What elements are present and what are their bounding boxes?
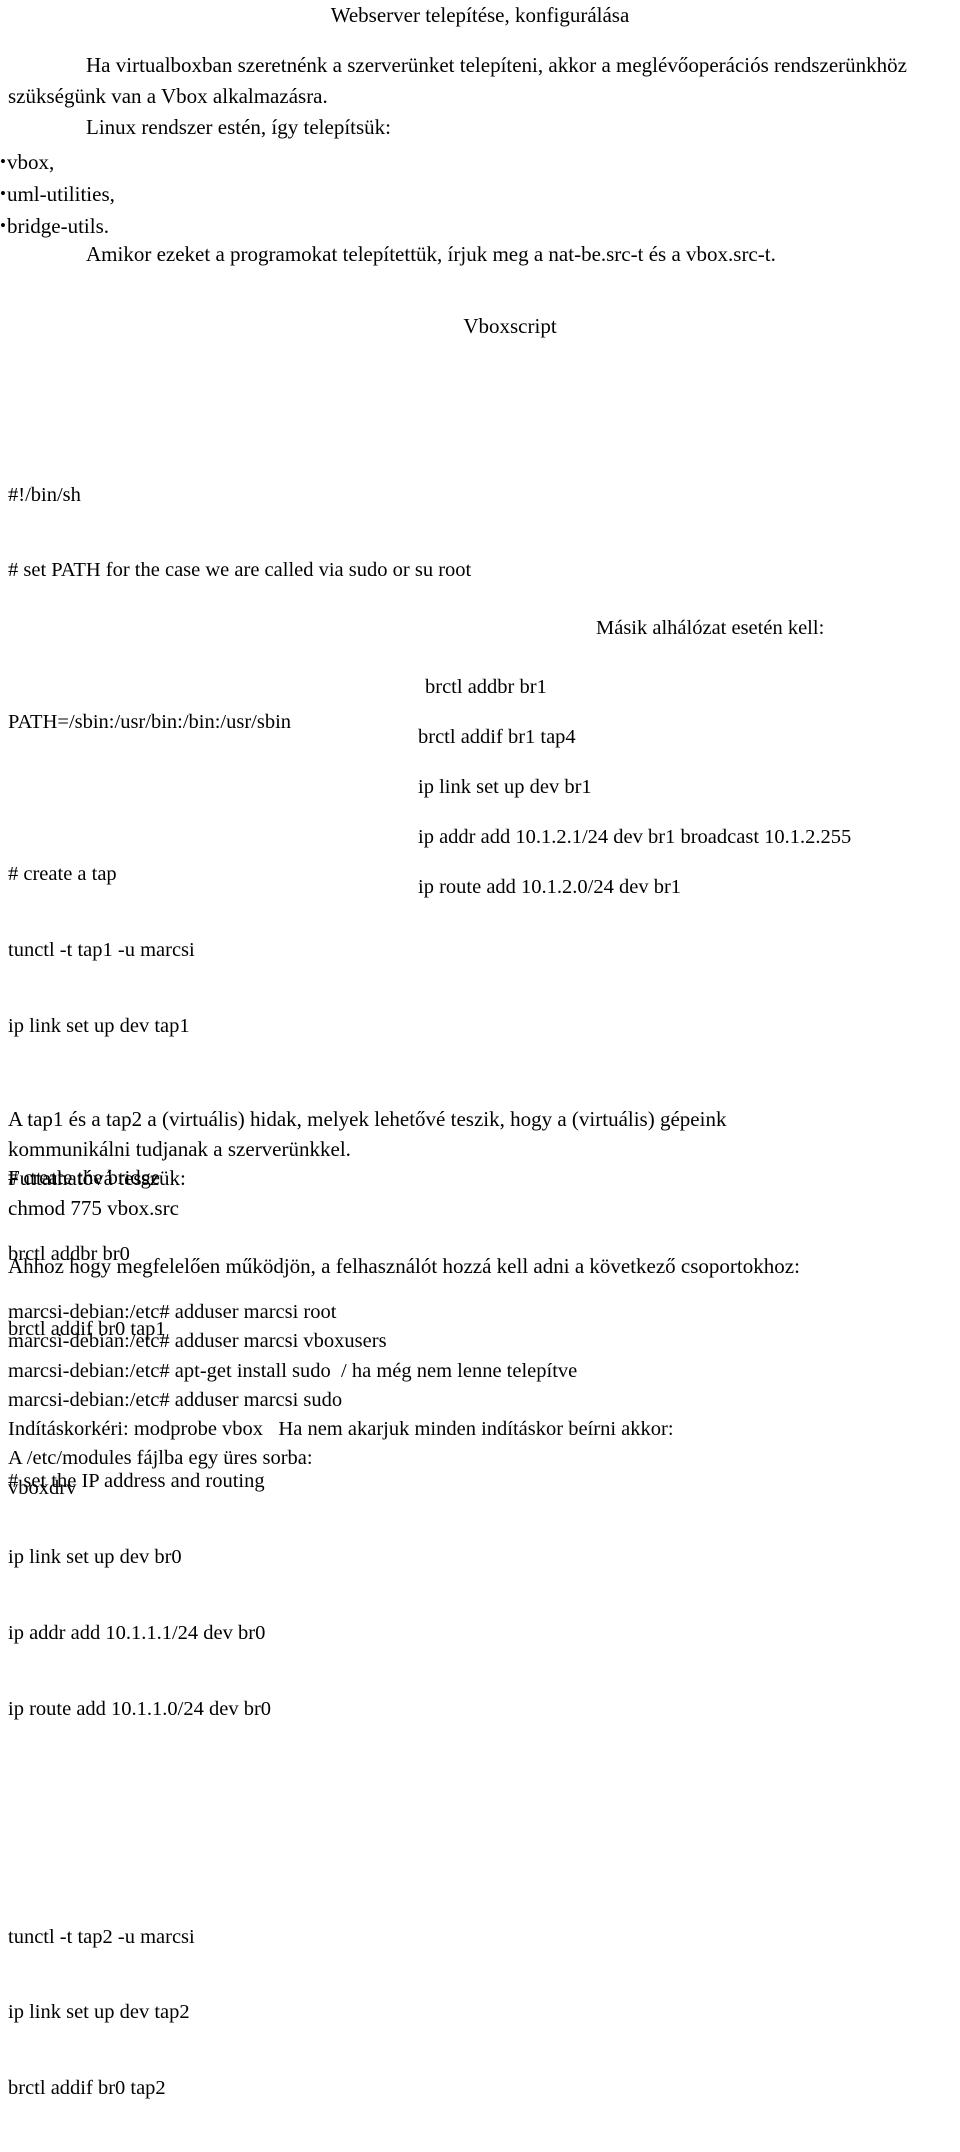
script-blank-line (8, 1849, 408, 1874)
script-line: brctl addif br0 tap2 (8, 2077, 166, 2100)
list-item-label: uml-utilities, (6, 182, 115, 207)
script-line: brctl addif br1 tap4 (418, 726, 576, 748)
script-line: ip link set up dev tap2 (8, 2001, 190, 2024)
closing-line: A tap1 és a tap2 a (virtuális) hidak, me… (8, 1107, 727, 1131)
closing-line: Futtathatóvá tesszük: (8, 1166, 186, 1190)
console-line: marcsi-debian:/etc# adduser marcsi root (8, 1301, 337, 1323)
console-line: marcsi-debian:/etc# adduser marcsi vboxu… (8, 1330, 387, 1353)
script-section-heading: Vboxscript (463, 314, 557, 338)
page-title: Webserver telepítése, konfigurálása (330, 3, 630, 27)
intro-paragraphs: Ha virtualboxban szeretnénk a szerverünk… (8, 50, 952, 143)
list-item: •vbox, (0, 146, 400, 178)
alt-subnet-heading: Másik alhálózat esetén kell: (596, 617, 825, 639)
closing-paragraph-block: A tap1 és a tap2 a (virtuális) hidak, me… (8, 1105, 938, 1223)
script-line: #!/bin/sh (8, 483, 81, 506)
script-line: tunctl -t tap1 -u marcsi (8, 938, 195, 961)
document-page: Webserver telepítése, konfigurálása Ha v… (0, 0, 960, 2099)
script-left-column: #!/bin/sh # set PATH for the case we are… (8, 432, 472, 2152)
list-item: •uml-utilities, (0, 178, 400, 210)
console-line: A /etc/modules fájlba egy üres sorba: (8, 1447, 313, 1470)
list-item: •bridge-utils. (0, 210, 400, 242)
bullet-icon: • (0, 216, 6, 236)
script-blank-line (8, 634, 408, 659)
console-line: Indításkorkéri: modprobe vbox Ha nem aka… (8, 1418, 674, 1441)
list-item-label: vbox, (6, 150, 55, 175)
script-line: ip link set up dev br1 (418, 776, 592, 798)
groups-instruction: Ahhoz hogy megfelelően működjön, a felha… (8, 1254, 800, 1278)
console-line: vboxdrv (8, 1476, 77, 1499)
script-line: ip route add 10.1.1.0/24 dev br0 (8, 1697, 272, 1720)
script-line: ip addr add 10.1.2.1/24 dev br1 broadcas… (418, 826, 852, 848)
script-line: tunctl -t tap2 -u marcsi (8, 1925, 195, 1948)
script-line: ip link set up dev tap1 (8, 1014, 190, 1037)
closing-line: chmod 775 vbox.src (8, 1195, 179, 1220)
console-line: marcsi-debian:/etc# apt-get install sudo… (8, 1359, 578, 1382)
script-blank-line (8, 786, 408, 811)
script-line: PATH=/sbin:/usr/bin:/bin:/usr/sbin (8, 711, 292, 734)
intro-paragraph-2: Linux rendszer estén, így telepítsük: (86, 115, 392, 139)
intro-paragraph-1: Ha virtualboxban szeretnénk a szerverünk… (8, 53, 907, 108)
bullet-icon: • (0, 152, 6, 171)
list-item-label: bridge-utils. (6, 214, 110, 239)
closing-line: kommunikálni tudjanak a szerverünkkel. (8, 1136, 351, 1161)
script-line: ip addr add 10.1.1.1/24 dev br0 (8, 1621, 266, 1644)
script-line: brctl addbr br1 (425, 676, 547, 698)
script-line: ip route add 10.1.2.0/24 dev br1 (418, 876, 682, 898)
script-line: # set PATH for the case we are called vi… (8, 559, 472, 582)
bullet-icon: • (0, 184, 6, 204)
console-command-block: marcsi-debian:/etc# adduser marcsi root … (8, 1298, 958, 1503)
script-line: ip link set up dev br0 (8, 1546, 182, 1569)
script-line: # create a tap (8, 863, 117, 886)
package-bullet-list: •vbox, •uml-utilities, •bridge-utils. (0, 146, 400, 242)
intro-paragraph-3: Amikor ezeket a programokat telepítettük… (86, 242, 776, 266)
script-blank-line (8, 1773, 408, 1798)
script-right-column: brctl addbr br1 brctl addif br1 tap4 ip … (418, 675, 960, 925)
console-line: marcsi-debian:/etc# adduser marcsi sudo (8, 1388, 343, 1411)
